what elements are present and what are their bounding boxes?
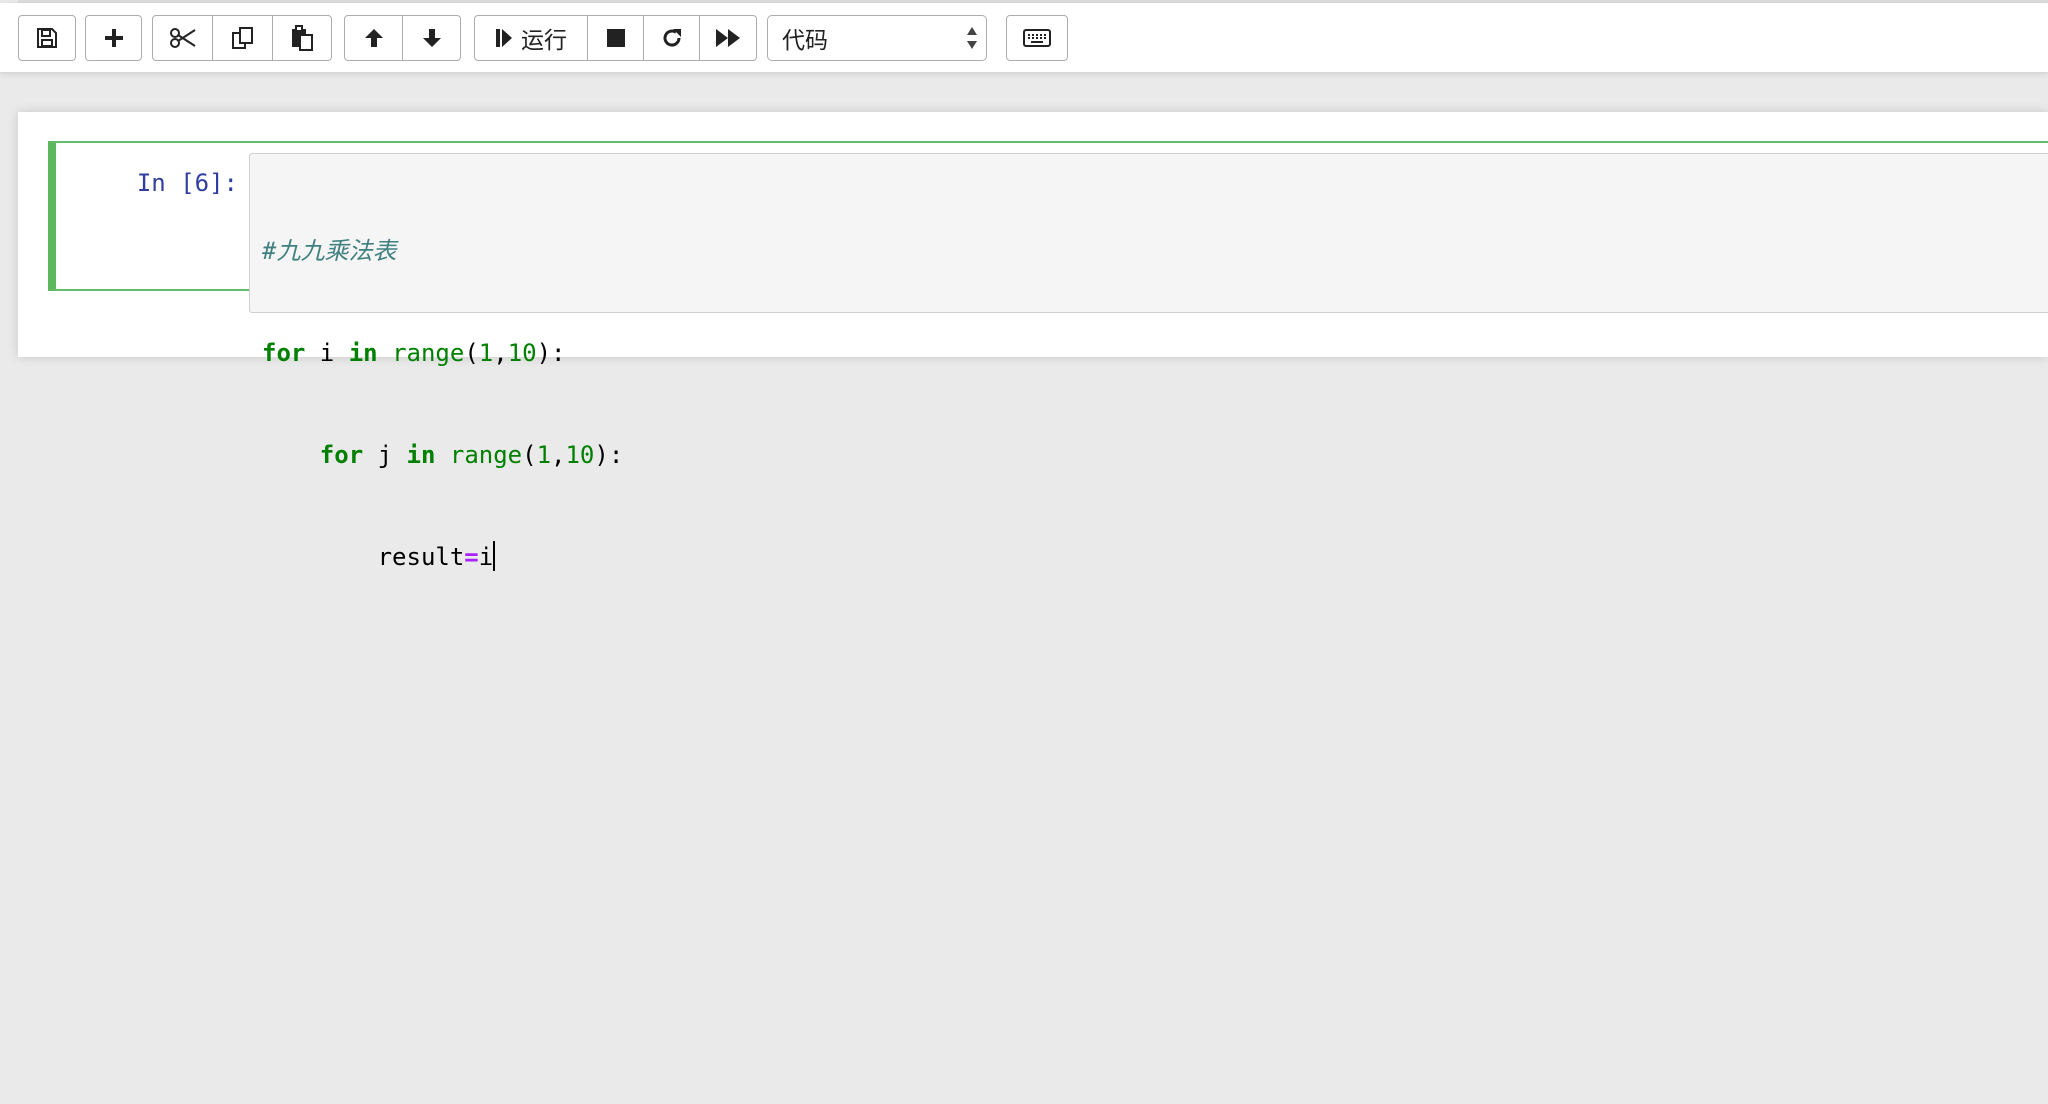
comment-token: #九九乘法表 [262,237,397,265]
keyword-token: for [262,339,306,367]
paste-button[interactable] [272,15,332,61]
copy-icon [231,26,255,50]
run-button[interactable]: 运行 [474,15,588,61]
comma-token: , [493,339,508,367]
notebook-container: In [6]: #九九乘法表 for i in range(1,10): for… [18,112,2048,571]
code-content: #九九乘法表 for i in range(1,10): for j in ra… [262,166,623,642]
arrow-up-icon [362,26,386,50]
fast-forward-icon [715,28,741,48]
code-line-4: result=i [262,540,623,574]
variable-token: result [377,543,465,571]
code-cell[interactable]: In [6]: #九九乘法表 for i in range(1,10): for… [48,141,2048,571]
paren-token: ): [536,339,566,367]
select-arrows-icon [966,25,978,51]
builtin-token: range [392,339,465,367]
insert-group [85,15,142,61]
clipboard-icon [290,25,314,51]
arrow-down-icon [420,26,444,50]
move-down-button[interactable] [402,15,461,61]
move-group [344,15,461,61]
insert-cell-button[interactable] [85,15,142,61]
paren-token: ( [464,339,479,367]
keyword-token: in [348,339,378,367]
paren-token: ( [522,441,537,469]
stop-icon [606,28,626,48]
plus-icon [103,27,125,49]
interrupt-button[interactable] [587,15,644,61]
variable-token: j [363,441,407,469]
floppy-disk-icon [36,27,58,49]
code-line-1: #九九乘法表 [262,234,623,268]
keyword-token: for [319,441,364,469]
input-prompt: In [6]: [136,169,238,197]
scissors-icon [169,27,197,49]
cell-type-value: 代码 [782,28,828,54]
restart-run-all-button[interactable] [699,15,757,61]
keyboard-icon [1023,29,1051,47]
code-line-3: for j in range(1,10): [262,438,624,472]
keyword-token: in [406,441,436,469]
number-token: 1 [478,339,494,367]
step-forward-icon [495,27,513,49]
run-label: 运行 [521,28,567,54]
comma-token: , [551,441,566,469]
restart-button[interactable] [643,15,700,61]
cut-button[interactable] [152,15,213,61]
edit-group [152,15,332,61]
refresh-icon [660,26,684,50]
builtin-token: range [449,441,523,469]
move-up-button[interactable] [344,15,403,61]
command-palette-button[interactable] [1006,15,1068,61]
text-cursor [493,541,496,571]
cell-type-select[interactable]: 代码 [767,15,987,61]
save-group [18,15,76,61]
run-group: 运行 [474,15,757,61]
code-line-2: for i in range(1,10): [262,336,623,370]
operator-token: = [464,543,479,571]
code-editor[interactable]: #九九乘法表 for i in range(1,10): for j in ra… [249,153,2048,571]
save-button[interactable] [18,15,76,61]
notebook-toolbar: 运行 代码 [0,3,2048,72]
keyboard-group [1006,15,1068,61]
paren-token: ): [594,441,624,469]
copy-button[interactable] [212,15,273,61]
indent-token [262,441,320,469]
indent-token [262,543,378,571]
variable-token: i [305,339,349,367]
number-token: 10 [565,441,595,469]
number-token: 1 [536,441,552,469]
variable-token: i [478,543,494,571]
number-token: 10 [507,339,537,367]
